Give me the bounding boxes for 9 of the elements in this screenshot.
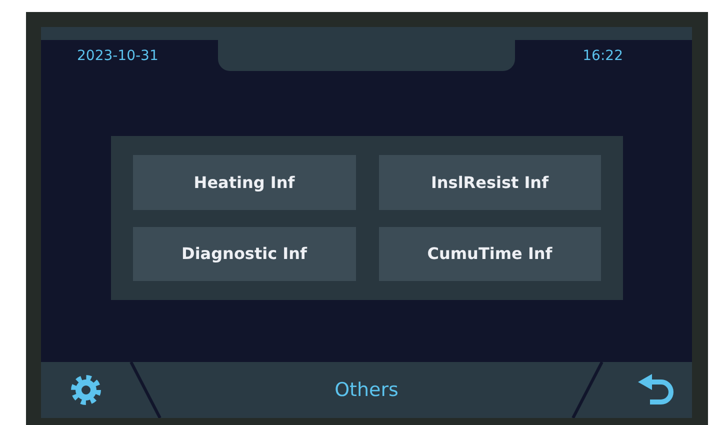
- menu-button[interactable]: CumuTime Inf: [378, 227, 601, 281]
- menu-button[interactable]: Diagnostic Inf: [133, 227, 356, 281]
- menu-button[interactable]: InslResist Inf: [378, 155, 601, 210]
- back-icon[interactable]: [636, 373, 674, 407]
- time-label: 16:22: [582, 48, 623, 62]
- page-title: Others: [334, 378, 398, 401]
- menu-button[interactable]: Heating Inf: [133, 155, 356, 210]
- settings-icon[interactable]: [70, 374, 102, 406]
- date-label: 2023-10-31: [77, 48, 158, 62]
